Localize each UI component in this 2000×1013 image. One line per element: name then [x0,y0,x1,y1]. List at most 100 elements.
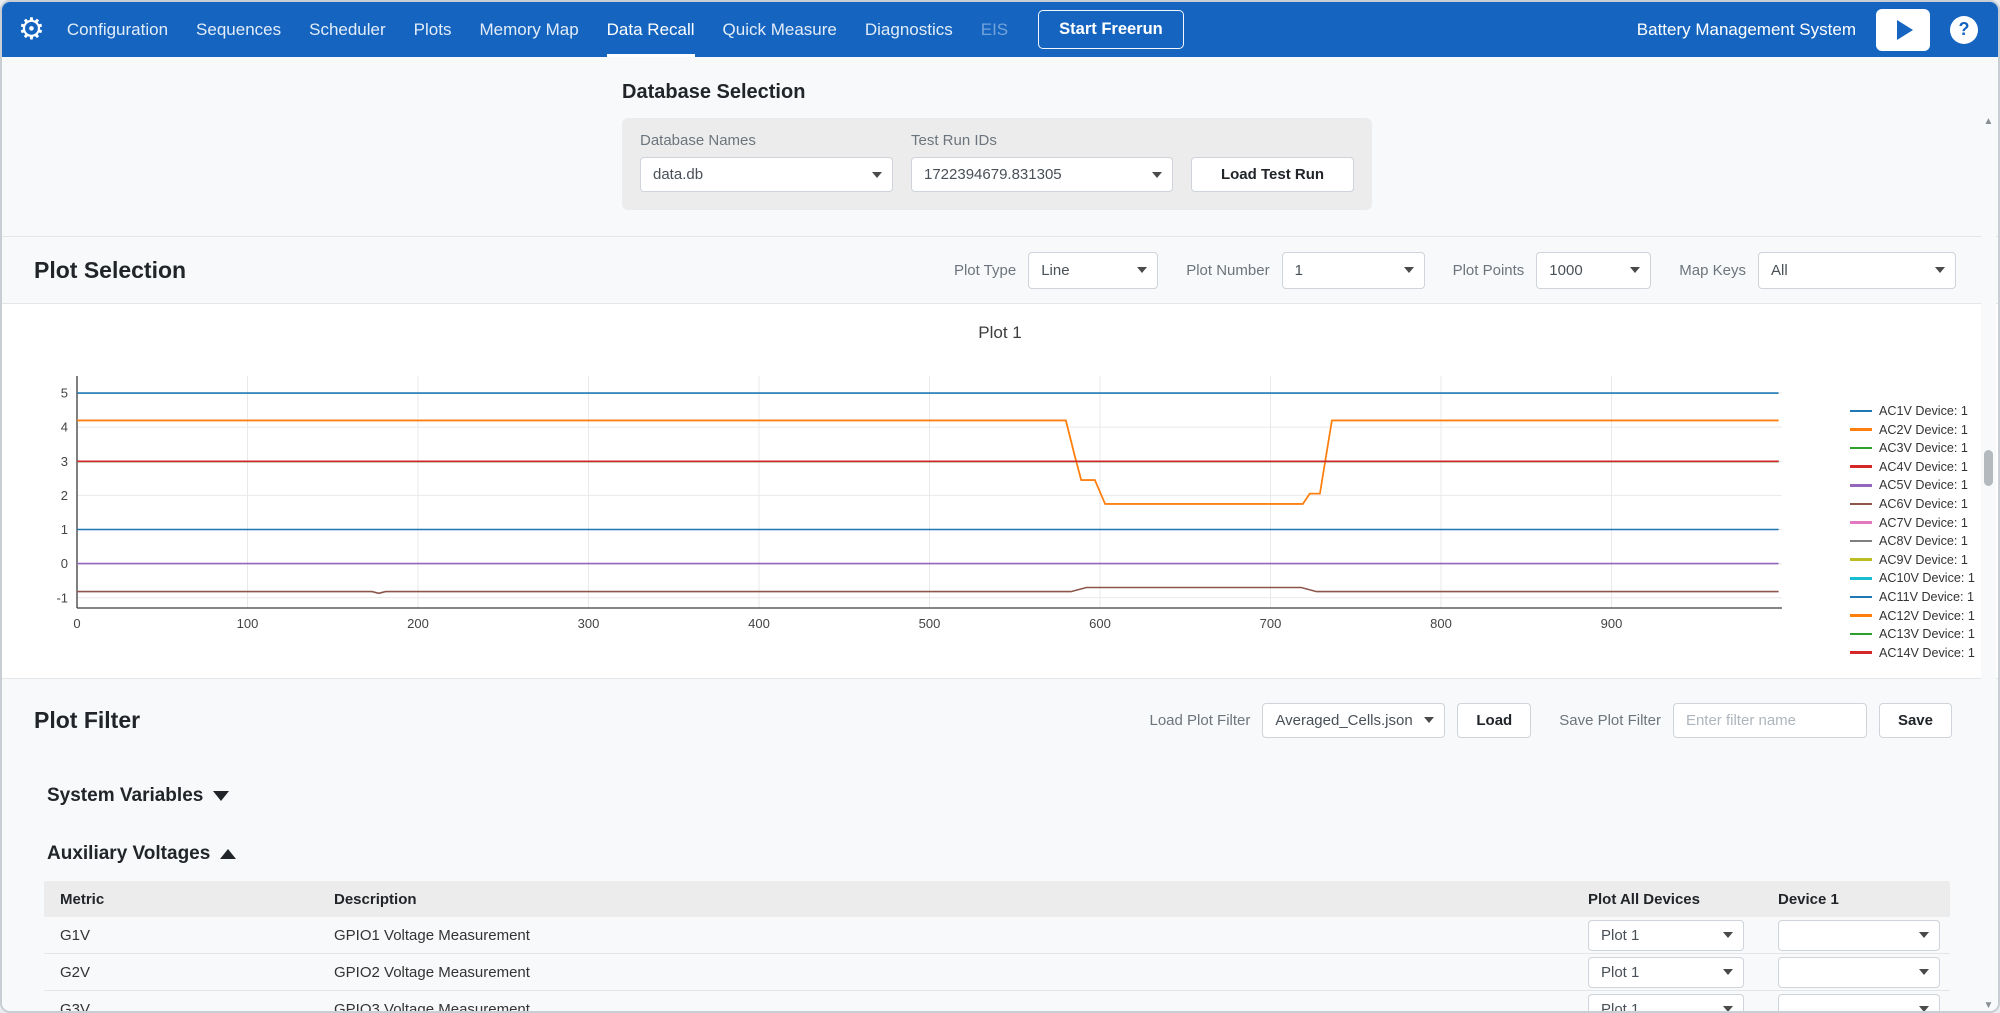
auxiliary-voltages-title: Auxiliary Voltages [47,843,210,865]
filter-name-input[interactable] [1673,703,1867,738]
line-chart[interactable]: 0100200300400500600700800900-1012345 [2,362,1802,664]
system-variables-toggle[interactable]: System Variables [2,775,1998,817]
table-rows: G1VGPIO1 Voltage MeasurementPlot 1G2VGPI… [44,917,1950,1013]
legend-item[interactable]: AC9V Device: 1 [1850,553,1975,567]
chevron-down-icon [1919,932,1929,938]
legend-label: AC12V Device: 1 [1879,609,1975,623]
legend-item[interactable]: AC13V Device: 1 [1850,627,1975,641]
load-plot-filter-label: Load Plot Filter [1150,712,1251,729]
device-1-dropdown[interactable] [1778,994,1940,1013]
legend-swatch [1850,447,1872,450]
legend-item[interactable]: AC10V Device: 1 [1850,571,1975,585]
nav-item-scheduler[interactable]: Scheduler [309,2,386,57]
plot-number-label: Plot Number [1186,262,1269,279]
svg-text:2: 2 [61,488,68,503]
device-1-dropdown[interactable] [1778,920,1940,951]
nav-item-configuration[interactable]: Configuration [67,2,168,57]
svg-text:800: 800 [1430,616,1452,631]
svg-text:5: 5 [61,386,68,401]
app-title: Battery Management System [1637,20,1856,40]
plot-number-dropdown[interactable]: 1 [1282,252,1425,289]
legend-item[interactable]: AC12V Device: 1 [1850,609,1975,623]
svg-text:100: 100 [237,616,259,631]
map-keys-dropdown[interactable]: All [1758,252,1956,289]
legend-item[interactable]: AC3V Device: 1 [1850,441,1975,455]
col-description: Description [334,891,1588,908]
database-names-field: Database Names data.db [640,132,893,192]
load-filter-button[interactable]: Load [1457,703,1531,738]
legend-item[interactable]: AC5V Device: 1 [1850,478,1975,492]
legend-item[interactable]: AC14V Device: 1 [1850,646,1975,660]
legend-item[interactable]: AC2V Device: 1 [1850,423,1975,437]
play-icon [1897,20,1913,40]
plot-all-devices-dropdown[interactable]: Plot 1 [1588,994,1744,1013]
svg-text:700: 700 [1260,616,1282,631]
legend-item[interactable]: AC7V Device: 1 [1850,516,1975,530]
device-1-dropdown[interactable] [1778,957,1940,988]
legend-swatch [1850,596,1872,599]
database-names-value: data.db [653,166,703,183]
legend-label: AC3V Device: 1 [1879,441,1968,455]
start-freerun-button[interactable]: Start Freerun [1038,10,1184,49]
metric-cell: G3V [44,1001,334,1013]
col-metric: Metric [44,891,334,908]
metric-cell: G2V [44,964,334,981]
nav-item-sequences[interactable]: Sequences [196,2,281,57]
scroll-up-icon[interactable]: ▲ [1981,114,1996,129]
plot-points-dropdown[interactable]: 1000 [1536,252,1651,289]
legend-label: AC14V Device: 1 [1879,646,1975,660]
legend-swatch [1850,410,1872,413]
play-button[interactable] [1876,9,1930,51]
plot-filter-bar: Plot Filter Load Plot Filter Averaged_Ce… [2,679,1998,761]
scroll-down-icon[interactable]: ▼ [1981,998,1996,1013]
vertical-scrollbar[interactable]: ▲ ▼ [1981,114,1996,1013]
load-plot-filter-dropdown[interactable]: Averaged_Cells.json [1262,703,1445,738]
save-plot-filter-label: Save Plot Filter [1559,712,1661,729]
legend-swatch [1850,521,1872,524]
chevron-down-icon [1919,1006,1929,1012]
auxiliary-voltages-table: Metric Description Plot All Devices Devi… [44,881,1950,1013]
load-test-run-button[interactable]: Load Test Run [1191,157,1354,192]
map-keys-label: Map Keys [1679,262,1746,279]
auxiliary-voltages-toggle[interactable]: Auxiliary Voltages [2,833,1998,875]
plot-all-devices-dropdown[interactable]: Plot 1 [1588,957,1744,988]
chevron-down-icon [1935,267,1945,273]
legend-item[interactable]: AC1V Device: 1 [1850,404,1975,418]
test-run-ids-label: Test Run IDs [911,132,1173,149]
nav-item-eis[interactable]: EIS [981,2,1008,57]
nav-item-diagnostics[interactable]: Diagnostics [865,2,953,57]
database-names-dropdown[interactable]: data.db [640,157,893,192]
svg-text:3: 3 [61,454,68,469]
table-row: G3VGPIO3 Voltage MeasurementPlot 1 [44,991,1950,1013]
description-cell: GPIO2 Voltage Measurement [334,964,1588,981]
svg-text:500: 500 [919,616,941,631]
plot-points-value: 1000 [1549,262,1582,279]
plot-all-devices-dropdown[interactable]: Plot 1 [1588,920,1744,951]
legend-item[interactable]: AC6V Device: 1 [1850,497,1975,511]
nav-item-quick-measure[interactable]: Quick Measure [723,2,837,57]
svg-text:300: 300 [578,616,600,631]
test-run-ids-value: 1722394679.831305 [924,166,1062,183]
legend-label: AC8V Device: 1 [1879,534,1968,548]
legend-item[interactable]: AC11V Device: 1 [1850,590,1975,604]
nav-item-memory-map[interactable]: Memory Map [479,2,578,57]
gear-icon[interactable]: ⚙ [18,15,45,45]
svg-text:-1: -1 [56,590,68,605]
nav-item-data-recall[interactable]: Data Recall [607,2,695,57]
legend-swatch [1850,633,1872,636]
plot-type-dropdown[interactable]: Line [1028,252,1158,289]
nav-item-plots[interactable]: Plots [414,2,452,57]
scrollbar-thumb[interactable] [1984,450,1993,486]
plot-all-devices-dropdown-value: Plot 1 [1601,1001,1639,1013]
test-run-ids-dropdown[interactable]: 1722394679.831305 [911,157,1173,192]
database-names-label: Database Names [640,132,893,149]
svg-text:600: 600 [1089,616,1111,631]
database-selection-section: Database Selection Database Names data.d… [622,57,1372,236]
legend-label: AC4V Device: 1 [1879,460,1968,474]
save-filter-button[interactable]: Save [1879,703,1952,738]
collapse-down-icon [213,791,229,801]
collapse-up-icon [220,849,236,859]
legend-item[interactable]: AC4V Device: 1 [1850,460,1975,474]
legend-item[interactable]: AC8V Device: 1 [1850,534,1975,548]
help-icon[interactable]: ? [1950,16,1978,44]
